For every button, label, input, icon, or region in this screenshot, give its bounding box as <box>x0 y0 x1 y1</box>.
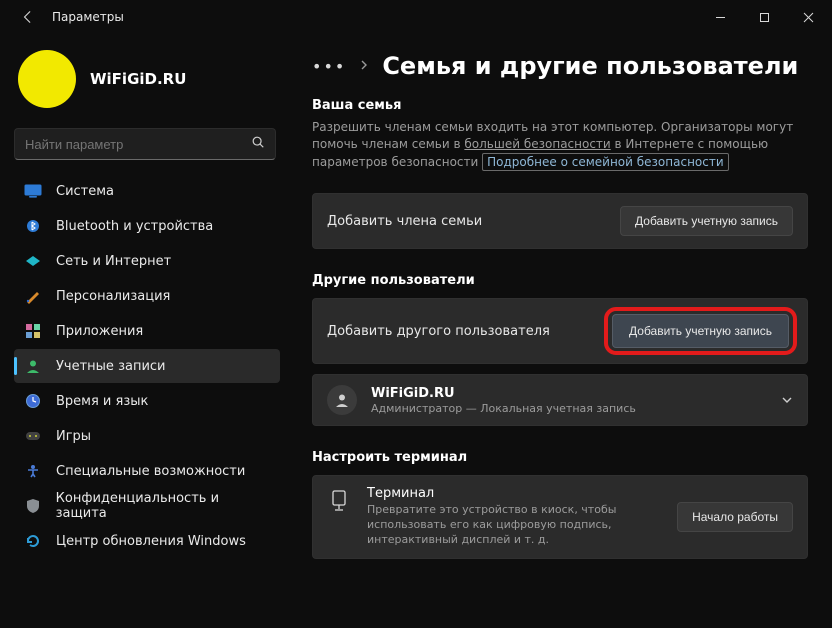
bluetooth-icon <box>24 217 42 235</box>
terminal-start-button[interactable]: Начало работы <box>677 502 793 532</box>
add-family-account-button[interactable]: Добавить учетную запись <box>620 206 793 236</box>
sidebar-item-time[interactable]: Время и язык <box>14 384 280 418</box>
sidebar-item-system[interactable]: Система <box>14 174 280 208</box>
add-other-user-row: Добавить другого пользователя Добавить у… <box>312 298 808 364</box>
window-title: Параметры <box>52 10 124 24</box>
accounts-icon <box>24 357 42 375</box>
sidebar-item-privacy[interactable]: Конфиденциальность и защита <box>14 489 280 523</box>
apps-icon <box>24 322 42 340</box>
update-icon <box>24 532 42 550</box>
sidebar-item-label: Игры <box>56 429 91 444</box>
sidebar-item-label: Bluetooth и устройства <box>56 219 213 234</box>
sidebar-item-accessibility[interactable]: Специальные возможности <box>14 454 280 488</box>
sidebar-item-network[interactable]: Сеть и Интернет <box>14 244 280 278</box>
other-users-section-title: Другие пользователи <box>312 273 808 288</box>
add-family-member-row: Добавить члена семьи Добавить учетную за… <box>312 193 808 249</box>
other-user-sub: Администратор — Локальная учетная запись <box>371 402 636 415</box>
sidebar-item-label: Учетные записи <box>56 359 166 374</box>
minimize-button[interactable] <box>698 2 742 32</box>
avatar[interactable] <box>18 50 76 108</box>
search-input[interactable] <box>25 137 251 152</box>
user-display-name: WiFiGiD.RU <box>90 70 186 88</box>
sidebar-item-label: Система <box>56 184 114 199</box>
sidebar-item-update[interactable]: Центр обновления Windows <box>14 524 280 558</box>
sidebar-item-label: Персонализация <box>56 289 170 304</box>
personalize-icon <box>24 287 42 305</box>
accessibility-icon <box>24 462 42 480</box>
time-icon <box>24 392 42 410</box>
family-safety-link[interactable]: Подробнее о семейной безопасности <box>482 153 729 171</box>
sidebar-item-label: Конфиденциальность и защита <box>56 491 270 521</box>
sidebar-item-accounts[interactable]: Учетные записи <box>14 349 280 383</box>
family-section-title: Ваша семья <box>312 98 808 113</box>
gaming-icon <box>24 427 42 445</box>
person-icon <box>327 385 357 415</box>
family-section-desc: Разрешить членам семьи входить на этот к… <box>312 119 808 171</box>
other-user-account-row[interactable]: WiFiGiD.RU Администратор — Локальная уче… <box>312 374 808 426</box>
add-family-member-label: Добавить члена семьи <box>327 214 482 229</box>
breadcrumb-overflow-icon[interactable]: ••• <box>312 57 346 76</box>
sidebar-item-apps[interactable]: Приложения <box>14 314 280 348</box>
chevron-down-icon[interactable] <box>781 393 793 407</box>
page-title: Семья и другие пользователи <box>382 52 798 80</box>
sidebar-item-label: Приложения <box>56 324 143 339</box>
back-button[interactable] <box>14 3 42 31</box>
maximize-button[interactable] <box>742 2 786 32</box>
sidebar-item-bluetooth[interactable]: Bluetooth и устройства <box>14 209 280 243</box>
sidebar-item-personalization[interactable]: Персонализация <box>14 279 280 313</box>
system-icon <box>24 182 42 200</box>
search-icon <box>251 135 265 153</box>
sidebar-item-label: Сеть и Интернет <box>56 254 171 269</box>
kiosk-icon <box>327 490 351 512</box>
add-other-account-button[interactable]: Добавить учетную запись <box>612 314 789 348</box>
add-other-user-highlight: Добавить учетную запись <box>604 307 797 355</box>
terminal-item-title: Терминал <box>367 486 617 501</box>
sidebar-item-gaming[interactable]: Игры <box>14 419 280 453</box>
chevron-right-icon <box>360 59 368 73</box>
terminal-row: Терминал Превратите это устройство в кио… <box>312 475 808 559</box>
terminal-section-title: Настроить терминал <box>312 450 808 465</box>
other-user-name: WiFiGiD.RU <box>371 386 636 401</box>
close-button[interactable] <box>786 2 830 32</box>
sidebar-item-label: Время и язык <box>56 394 148 409</box>
search-box[interactable] <box>14 128 276 160</box>
network-icon <box>24 252 42 270</box>
sidebar-item-label: Специальные возможности <box>56 464 245 479</box>
terminal-item-desc: Превратите это устройство в киоск, чтобы… <box>367 503 617 548</box>
privacy-icon <box>24 497 42 515</box>
sidebar-item-label: Центр обновления Windows <box>56 534 246 549</box>
add-other-user-label: Добавить другого пользователя <box>327 324 550 339</box>
